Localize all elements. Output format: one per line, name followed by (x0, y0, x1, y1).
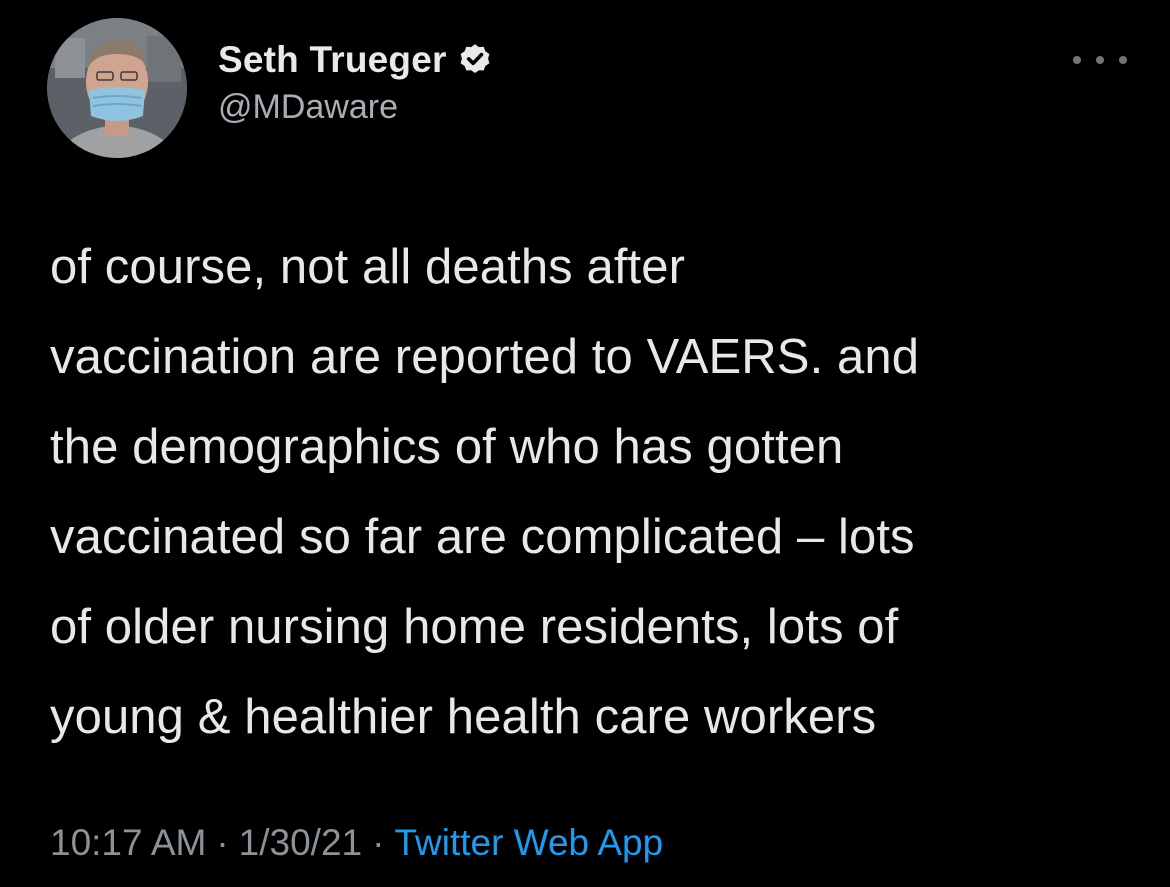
verified-badge-icon (457, 42, 493, 78)
tweet-text-line: the demographics of who has gotten (50, 420, 844, 474)
display-name-row: Seth Trueger (218, 38, 493, 82)
author-handle[interactable]: @MDaware (218, 88, 493, 127)
meta-separator: · (216, 822, 229, 863)
meta-separator: · (372, 822, 385, 863)
more-options-icon[interactable] (1073, 48, 1127, 72)
author-names: Seth Trueger @MDaware (218, 38, 493, 127)
tweet-text: of course, not all deaths after vaccinat… (50, 222, 1140, 762)
tweet-source-link[interactable]: Twitter Web App (394, 822, 663, 863)
tweet-header: Seth Trueger @MDaware (47, 18, 1127, 158)
tweet-text-line: of course, not all deaths after (50, 240, 686, 294)
tweet-text-line: vaccinated so far are complicated – lots (50, 510, 915, 564)
more-dot (1119, 56, 1127, 64)
tweet-text-line: young & healthier health care workers (50, 690, 877, 744)
tweet-text-line: of older nursing home residents, lots of (50, 600, 899, 654)
tweet-text-line: vaccination are reported to VAERS. and (50, 330, 920, 384)
more-dot (1096, 56, 1104, 64)
author-display-name[interactable]: Seth Trueger (218, 39, 447, 81)
tweet-meta: 10:17 AM · 1/30/21 · Twitter Web App (50, 822, 663, 864)
tweet-date[interactable]: 1/30/21 (239, 822, 362, 863)
author-avatar[interactable] (47, 18, 187, 158)
tweet-card: Seth Trueger @MDaware of course, not all… (0, 0, 1170, 887)
tweet-time[interactable]: 10:17 AM (50, 822, 206, 863)
more-dot (1073, 56, 1081, 64)
